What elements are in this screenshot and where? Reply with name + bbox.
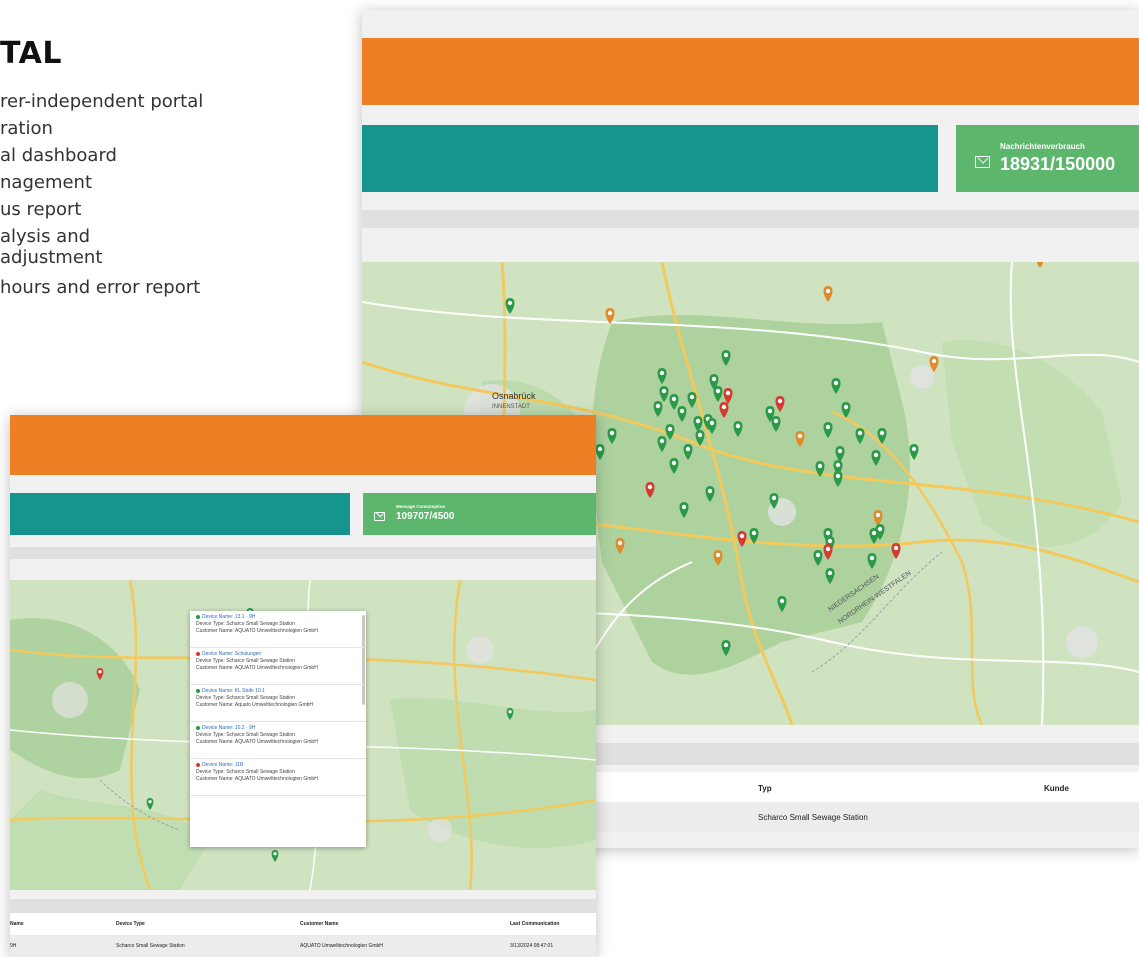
stat-value: 18931/150000 (1000, 154, 1116, 174)
column-header[interactable]: Typ (758, 784, 772, 793)
device-type: Device Type: Scharco Small Sewage Statio… (196, 621, 295, 627)
dashboard-screenshot-front: Message Consumption 109707/4500 Device N… (10, 415, 596, 957)
column-header-device-type[interactable]: Device Type (116, 921, 145, 927)
header-bar (362, 38, 1139, 105)
feature-item: us report (0, 199, 82, 220)
cell-device-type: Scharco Small Sewage Station (116, 943, 185, 949)
popup-device-entry[interactable]: Device Name: 11B Device Type: Scharco Sma… (190, 759, 366, 796)
map-label-district: INNENSTADT (492, 404, 530, 410)
popup-device-entry[interactable]: Device Name: KL Stufe 10.1 Device Type: S… (190, 685, 366, 722)
title-bar (10, 493, 350, 535)
feature-item: adjustment (0, 247, 103, 268)
customer-name: Customer Name: Aquato Umwelttechnologien… (196, 702, 313, 708)
device-type: Device Type: Scharco Small Sewage Statio… (196, 769, 295, 775)
status-dot (196, 725, 200, 730)
customer-name: Customer Name: AQUATO Umwelttechnologien… (196, 739, 318, 745)
separator-bar (10, 899, 596, 913)
envelope-icon (374, 512, 385, 521)
popup-device-entry[interactable]: Device Name: Schulungen Device Type: Scha… (190, 648, 366, 685)
device-name[interactable]: Device Name: KL Stufe 10.1 (202, 688, 265, 694)
feature-item: ration (0, 118, 53, 139)
header-bar (10, 415, 596, 475)
customer-name: Customer Name: AQUATO Umwelttechnologien… (196, 776, 318, 782)
map-label-city: Osnabrück (492, 391, 536, 401)
device-name[interactable]: Device Name: 11B (202, 762, 243, 768)
device-table-header: Name Device Type Customer Name Last Comm… (10, 913, 596, 935)
device-name[interactable]: Device Name: Schulungen (202, 651, 261, 657)
device-type: Device Type: Scharco Small Sewage Statio… (196, 732, 295, 738)
column-header-last-communication[interactable]: Last Communication (510, 921, 559, 927)
cell-name: 9H (10, 943, 17, 949)
title-bar (362, 125, 938, 192)
status-dot (196, 688, 200, 693)
popup-device-entry[interactable]: Device Name: 10.2 · 9H Device Type: Schar… (190, 722, 366, 759)
feature-list: rer-independent portal ration al dashboa… (0, 88, 203, 301)
popup-device-entry[interactable]: Device Name: 13.1 · 9H Device Type: Schar… (190, 611, 366, 648)
customer-name: Customer Name: AQUATO Umwelttechnologien… (196, 628, 318, 634)
message-consumption-card[interactable]: Nachrichtenverbrauch 18931/150000 (956, 125, 1139, 192)
column-header[interactable]: Kunde (1044, 784, 1069, 793)
cell-customer-name: AQUATO Umwelttechnologien GmbH (300, 943, 383, 949)
separator-bar (10, 547, 596, 559)
customer-name: Customer Name: AQUATO Umwelttechnologien… (196, 665, 318, 671)
device-name[interactable]: Device Name: 10.2 · 9H (202, 725, 255, 731)
status-dot (196, 762, 200, 767)
status-dot (196, 651, 200, 656)
stat-label: Nachrichtenverbrauch (1000, 142, 1085, 151)
column-header-name[interactable]: Name (10, 921, 24, 927)
cell-device-type: Scharco Small Sewage Station (758, 813, 868, 822)
device-info-popup[interactable]: Device Name: 13.1 · 9H Device Type: Schar… (190, 611, 366, 847)
stat-label: Message Consumption (396, 504, 446, 509)
status-dot (196, 614, 200, 619)
feature-item: alysis and (0, 226, 91, 247)
feature-item: rer-independent portal (0, 91, 204, 112)
device-map[interactable]: Device Name: 13.1 · 9H Device Type: Schar… (10, 580, 596, 890)
cell-last-communication: 3/13/2024 08:47:01 (510, 943, 554, 949)
marketing-title: TAL (0, 36, 62, 71)
stat-value: 109707/4500 (396, 511, 455, 522)
device-name[interactable]: Device Name: 13.1 · 9H (202, 614, 255, 620)
table-row[interactable]: 9H Scharco Small Sewage Station AQUATO U… (10, 935, 596, 957)
separator-bar (362, 210, 1139, 228)
feature-item: hours and error report (0, 277, 201, 298)
message-consumption-card[interactable]: Message Consumption 109707/4500 (363, 493, 596, 535)
envelope-icon (975, 156, 990, 168)
column-header-customer-name[interactable]: Customer Name (300, 921, 338, 927)
feature-item: nagement (0, 172, 93, 193)
device-type: Device Type: Scharco Small Sewage Statio… (196, 658, 295, 664)
device-type: Device Type: Scharco Small Sewage Statio… (196, 695, 295, 701)
feature-item: al dashboard (0, 145, 117, 166)
